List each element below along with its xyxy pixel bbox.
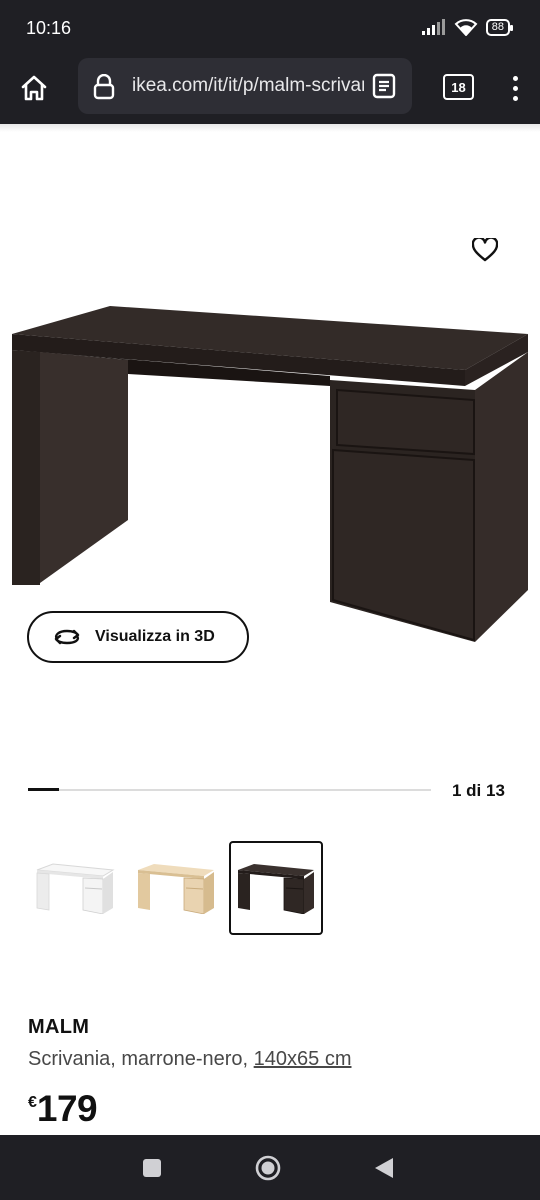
menu-dot [512, 75, 518, 81]
address-bar[interactable]: ikea.com/it/it/p/malm-scrivania-marrone-… [78, 58, 412, 114]
wifi-icon [454, 19, 478, 36]
price-value: 179 [36, 1088, 98, 1129]
gallery-progress-fill [28, 788, 60, 791]
variant-thumbnail-white[interactable] [28, 841, 122, 935]
product-name: MALM [28, 1016, 90, 1038]
recent-apps-icon [143, 1158, 161, 1177]
browser-menu-button[interactable] [505, 70, 525, 106]
view-3d-button[interactable]: Visualizza in 3D [27, 611, 249, 663]
home-nav-button[interactable] [228, 1135, 308, 1200]
product-image[interactable] [0, 290, 540, 650]
signal-icon [421, 19, 445, 35]
lock-icon [93, 74, 115, 100]
product-description-text: Scrivania, marrone-nero, [28, 1048, 254, 1070]
menu-dot [512, 85, 518, 91]
gallery-position: 1 di 13 [452, 781, 505, 800]
home-button[interactable] [16, 70, 52, 106]
variant-thumbnail-black-brown[interactable] [229, 841, 323, 935]
price-currency: € [28, 1094, 37, 1111]
page-top-shadow [0, 124, 540, 132]
home-circle-icon [255, 1155, 281, 1180]
status-time: 10:16 [26, 18, 72, 38]
gallery-progress-track [28, 788, 431, 791]
product-price: € 179 [28, 1088, 98, 1130]
battery-indicator: 88 [485, 18, 514, 36]
back-triangle-icon [375, 1157, 393, 1178]
url-text[interactable]: ikea.com/it/it/p/malm-scrivania-marrone-… [132, 75, 364, 97]
view-3d-label: Visualizza in 3D [95, 628, 215, 645]
status-bar: 10:16 88 [0, 0, 540, 58]
product-dimensions-link[interactable]: 140x65 cm [254, 1048, 352, 1070]
heart-icon [472, 238, 498, 262]
variant-thumbnail-oak[interactable] [129, 841, 223, 935]
reader-mode-icon[interactable] [372, 73, 396, 99]
menu-dot [512, 95, 518, 101]
rotate-3d-icon [53, 627, 81, 647]
system-navigation-bar [0, 1135, 540, 1200]
home-icon [21, 75, 47, 101]
back-nav-button[interactable] [344, 1135, 424, 1200]
browser-toolbar: ikea.com/it/it/p/malm-scrivania-marrone-… [0, 58, 540, 125]
favourite-button[interactable] [467, 232, 503, 268]
status-icons: 88 [421, 18, 514, 36]
product-description: Scrivania, marrone-nero, 140x65 cm [28, 1048, 352, 1071]
tab-switcher-button[interactable]: 18 [443, 74, 474, 100]
recent-apps-button[interactable] [112, 1135, 192, 1200]
